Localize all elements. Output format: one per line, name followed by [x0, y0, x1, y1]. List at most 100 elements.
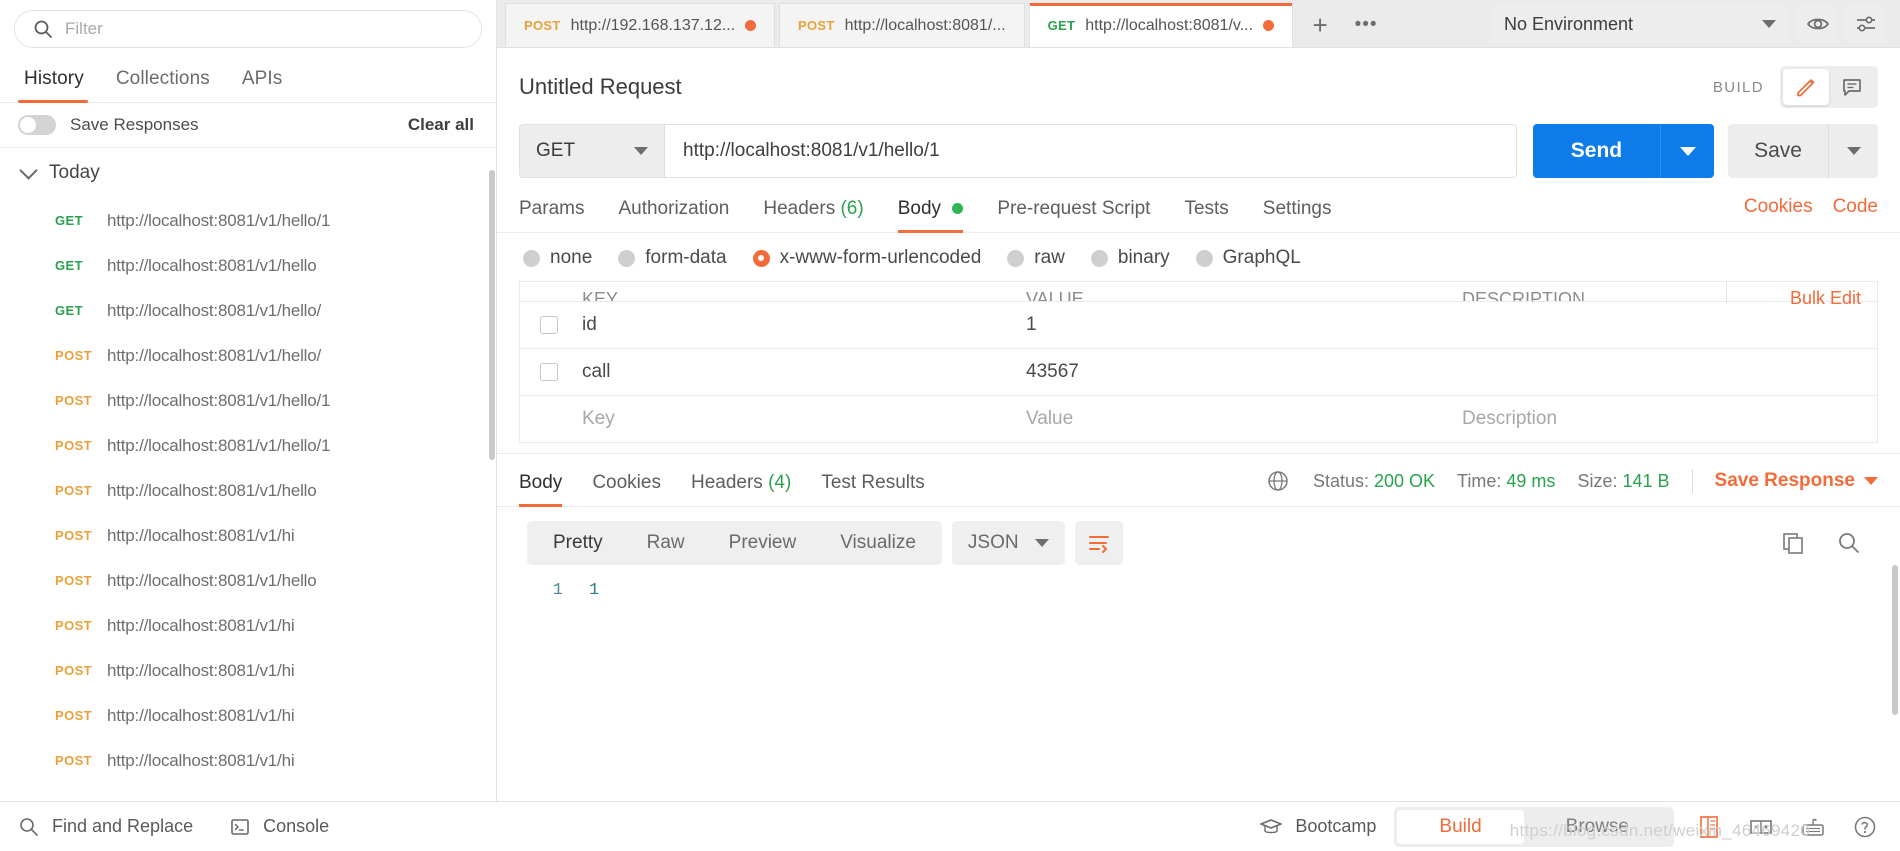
list-item[interactable]: POST http://localhost:8081/v1/hello [0, 558, 496, 603]
tab-url: http://192.168.137.12... [570, 16, 735, 34]
save-response-button[interactable]: Save Response [1715, 470, 1878, 492]
history-url: http://localhost:8081/v1/hi [107, 525, 295, 545]
body-type-none[interactable]: none [523, 247, 592, 269]
row-key-placeholder[interactable]: Key [578, 408, 1020, 430]
keyboard-shortcuts-button[interactable] [1796, 814, 1830, 840]
help-button[interactable] [1848, 814, 1882, 840]
filter-input[interactable] [65, 19, 463, 39]
tab-options-button[interactable]: ••• [1343, 3, 1389, 47]
list-item[interactable]: GET http://localhost:8081/v1/hello/ [0, 288, 496, 333]
mode-browse-button[interactable]: Browse [1524, 810, 1671, 844]
history-group-today[interactable]: Today [0, 148, 496, 198]
view-mode-visualize[interactable]: Visualize [818, 521, 938, 565]
body-type-raw[interactable]: raw [1007, 247, 1065, 269]
row-checkbox[interactable] [540, 363, 558, 381]
list-item[interactable]: GET http://localhost:8081/v1/hello/1 [0, 198, 496, 243]
settings-button[interactable] [1846, 5, 1886, 43]
list-item[interactable]: POST http://localhost:8081/v1/hello/ [0, 333, 496, 378]
request-tabs-right: Cookies Code [1744, 196, 1878, 230]
clear-all-button[interactable]: Clear all [408, 115, 474, 135]
sidebar-tab-collections[interactable]: Collections [106, 56, 232, 102]
filter-wrap [0, 0, 496, 56]
url-input[interactable] [664, 124, 1517, 178]
single-pane-view-button[interactable] [1744, 814, 1778, 840]
pencil-icon [1797, 79, 1815, 97]
body-type-form-data[interactable]: form-data [618, 247, 727, 269]
row-description-placeholder[interactable]: Description [1450, 408, 1877, 430]
tab-pre-request-script[interactable]: Pre-request Script [997, 194, 1170, 232]
new-tab-button[interactable]: + [1297, 3, 1343, 47]
copy-button[interactable] [1776, 530, 1810, 556]
sidebar-tab-history[interactable]: History [14, 56, 106, 103]
find-and-replace-button[interactable]: Find and Replace [18, 816, 193, 838]
copy-icon [1783, 533, 1803, 554]
request-tab-1[interactable]: POST http://192.168.137.12... [505, 3, 775, 47]
environment-area: No Environment [1490, 5, 1900, 47]
edit-mode-button[interactable] [1783, 69, 1829, 105]
save-button[interactable]: Save [1728, 124, 1828, 178]
row-key[interactable]: call [578, 361, 1020, 383]
tab-headers-count: (6) [840, 198, 864, 219]
response-tab-test-results[interactable]: Test Results [821, 468, 942, 506]
comment-mode-button[interactable] [1829, 69, 1875, 105]
tab-settings[interactable]: Settings [1263, 194, 1352, 232]
bulk-edit-button[interactable]: Bulk Edit [1790, 288, 1861, 309]
response-tab-body[interactable]: Body [519, 468, 580, 507]
cookies-link[interactable]: Cookies [1744, 196, 1813, 218]
body-type-x-www-form-urlencoded[interactable]: x-www-form-urlencoded [752, 247, 981, 269]
history-method: POST [55, 393, 92, 408]
row-value[interactable]: 1 [1020, 314, 1450, 336]
response-tab-cookies[interactable]: Cookies [592, 468, 679, 506]
send-button[interactable]: Send [1532, 124, 1661, 178]
sidebar-scrollbar[interactable] [489, 170, 495, 460]
save-responses-toggle[interactable] [18, 115, 56, 135]
sidebar-tab-apis[interactable]: APIs [232, 56, 305, 102]
table-row[interactable]: call 43567 [520, 349, 1877, 396]
request-tab-3[interactable]: GET http://localhost:8081/v... [1028, 3, 1294, 47]
list-item[interactable]: GET http://localhost:8081/v1/hello [0, 243, 496, 288]
list-item[interactable]: POST http://localhost:8081/v1/hello/1 [0, 378, 496, 423]
row-key[interactable]: id [578, 314, 1020, 336]
tab-params[interactable]: Params [519, 194, 604, 232]
tab-tests[interactable]: Tests [1184, 194, 1248, 232]
row-value[interactable]: 43567 [1020, 361, 1450, 383]
response-scrollbar[interactable] [1892, 565, 1898, 715]
response-tab-headers[interactable]: Headers (4) [691, 468, 809, 506]
environment-quick-look-button[interactable] [1798, 5, 1838, 43]
method-select[interactable]: GET [519, 124, 664, 178]
environment-select[interactable]: No Environment [1490, 5, 1790, 43]
list-item[interactable]: POST http://localhost:8081/v1/hi [0, 603, 496, 648]
row-value-placeholder[interactable]: Value [1020, 408, 1450, 430]
bootcamp-button[interactable]: Bootcamp [1259, 815, 1376, 839]
response-format-select[interactable]: JSON [951, 521, 1065, 565]
row-checkbox[interactable] [540, 316, 558, 334]
save-options-button[interactable] [1828, 124, 1878, 178]
tab-headers[interactable]: Headers (6) [763, 194, 883, 232]
filter-box[interactable] [14, 10, 482, 48]
response-body-view[interactable]: 1 1 [497, 565, 1900, 600]
view-mode-pretty[interactable]: Pretty [531, 521, 625, 565]
list-item[interactable]: POST http://localhost:8081/v1/hi [0, 513, 496, 558]
list-item[interactable]: POST http://localhost:8081/v1/hello [0, 468, 496, 513]
view-mode-preview[interactable]: Preview [707, 521, 819, 565]
tab-authorization[interactable]: Authorization [618, 194, 749, 232]
table-row-empty[interactable]: Key Value Description [520, 396, 1877, 443]
body-type-binary[interactable]: binary [1090, 247, 1170, 269]
two-pane-view-button[interactable] [1692, 814, 1726, 840]
tab-body[interactable]: Body [897, 194, 984, 233]
request-tab-2[interactable]: POST http://localhost:8081/... [779, 3, 1025, 47]
list-item[interactable]: POST http://localhost:8081/v1/hello/1 [0, 423, 496, 468]
body-type-graphql[interactable]: GraphQL [1195, 247, 1301, 269]
search-response-button[interactable] [1832, 530, 1866, 556]
code-link[interactable]: Code [1833, 196, 1878, 218]
tab-method: GET [1047, 18, 1076, 33]
table-row[interactable]: id 1 [520, 302, 1877, 349]
view-mode-raw[interactable]: Raw [625, 521, 707, 565]
list-item[interactable]: POST http://localhost:8081/v1/hi [0, 738, 496, 783]
list-item[interactable]: POST http://localhost:8081/v1/hi [0, 648, 496, 693]
mode-build-button[interactable]: Build [1397, 809, 1524, 844]
list-item[interactable]: POST http://localhost:8081/v1/hi [0, 693, 496, 738]
wrap-lines-button[interactable] [1074, 521, 1123, 565]
console-button[interactable]: Console [229, 816, 329, 838]
send-options-button[interactable] [1660, 124, 1715, 178]
